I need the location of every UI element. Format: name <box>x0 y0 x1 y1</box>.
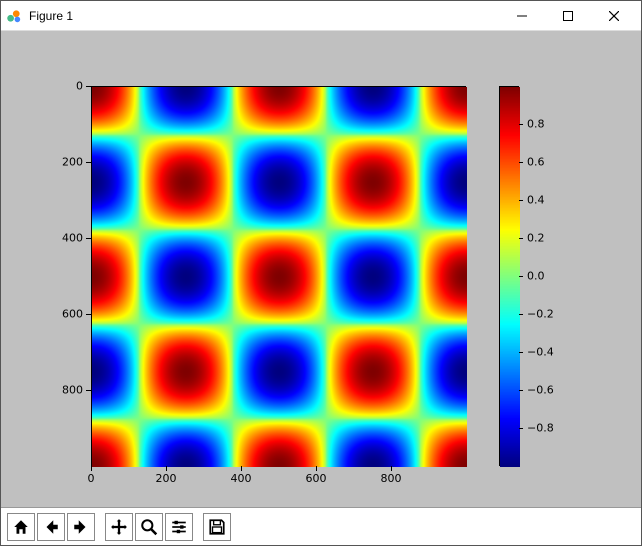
heatmap-canvas <box>92 87 467 467</box>
y-tick-label: 200 <box>53 156 83 169</box>
subplots-button[interactable] <box>165 513 193 541</box>
maximize-button[interactable] <box>545 1 591 31</box>
window-title: Figure 1 <box>29 9 73 23</box>
axes: 0 200 400 600 800 0 200 400 600 800 −0.8 −0.6 −0.4 −0… <box>1 31 641 507</box>
colorbar-tick-label: −0.2 <box>527 308 554 321</box>
x-tick-label: 400 <box>231 472 252 485</box>
minimize-button[interactable] <box>499 1 545 31</box>
canvas-area: 0 200 400 600 800 0 200 400 600 800 −0.8 −0.6 −0.4 −0… <box>1 31 641 507</box>
forward-button[interactable] <box>67 513 95 541</box>
toolbar <box>1 507 641 545</box>
zoom-button[interactable] <box>135 513 163 541</box>
colorbar-tick-label: −0.6 <box>527 384 554 397</box>
x-tick-label: 600 <box>306 472 327 485</box>
colorbar-tick-label: −0.8 <box>527 422 554 435</box>
colorbar-tick-label: −0.4 <box>527 346 554 359</box>
titlebar: Figure 1 <box>1 1 641 31</box>
figure-window: Figure 1 0 200 400 600 800 0 200 400 600 800 −0.8 −… <box>0 0 642 546</box>
colorbar-tick-label: 0.6 <box>527 156 545 169</box>
y-tick-label: 600 <box>53 308 83 321</box>
back-button[interactable] <box>37 513 65 541</box>
close-button[interactable] <box>591 1 637 31</box>
home-button[interactable] <box>7 513 35 541</box>
colorbar-tick-label: 0.0 <box>527 270 545 283</box>
save-button[interactable] <box>203 513 231 541</box>
pan-button[interactable] <box>105 513 133 541</box>
x-tick-label: 0 <box>88 472 95 485</box>
colorbar-tick-label: 0.4 <box>527 194 545 207</box>
heatmap-plot[interactable] <box>91 86 466 466</box>
colorbar-canvas <box>500 87 520 467</box>
colorbar <box>499 86 519 466</box>
y-tick-label: 800 <box>53 384 83 397</box>
app-icon <box>5 7 23 25</box>
colorbar-tick-label: 0.2 <box>527 232 545 245</box>
x-tick-label: 200 <box>156 472 177 485</box>
x-tick-label: 800 <box>381 472 402 485</box>
y-tick-label: 0 <box>53 80 83 93</box>
y-tick-label: 400 <box>53 232 83 245</box>
colorbar-tick-label: 0.8 <box>527 118 545 131</box>
